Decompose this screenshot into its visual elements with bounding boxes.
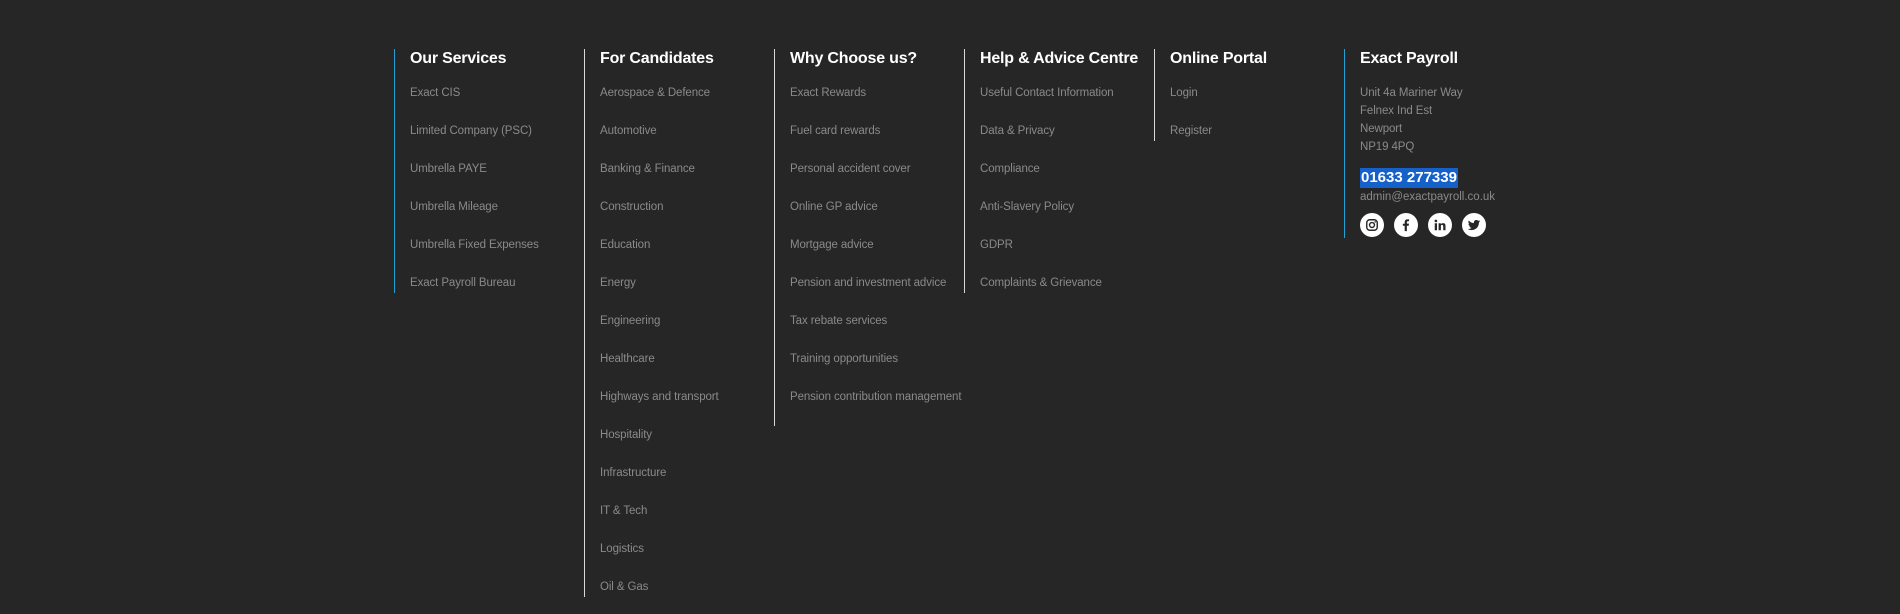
- services-links: Exact CIS Limited Company (PSC) Umbrella…: [410, 84, 583, 292]
- footer-link-pension-contribution-management[interactable]: Pension contribution management: [790, 388, 963, 406]
- footer-link-complaints-grievance[interactable]: Complaints & Grievance: [980, 274, 1153, 292]
- footer-link-automotive[interactable]: Automotive: [600, 122, 773, 140]
- footer-link-login[interactable]: Login: [1170, 84, 1343, 102]
- company-heading: Exact Payroll: [1360, 50, 1458, 67]
- site-footer: Our Services Exact CIS Limited Company (…: [394, 49, 1534, 597]
- address-line: Felnex Ind Est: [1360, 105, 1433, 117]
- footer-link-engineering[interactable]: Engineering: [600, 312, 773, 330]
- company-address: Unit 4a Mariner Way Felnex Ind Est Newpo…: [1360, 84, 1533, 156]
- footer-link-it-tech[interactable]: IT & Tech: [600, 502, 773, 520]
- why-links: Exact Rewards Fuel card rewards Personal…: [790, 84, 963, 406]
- footer-link-online-gp-advice[interactable]: Online GP advice: [790, 198, 963, 216]
- footer-link-pension-investment-advice[interactable]: Pension and investment advice: [790, 274, 963, 292]
- footer-column-why-choose-us: Why Choose us? Exact Rewards Fuel card r…: [774, 49, 963, 426]
- footer-link-anti-slavery-policy[interactable]: Anti-Slavery Policy: [980, 198, 1153, 216]
- candidates-heading: For Candidates: [600, 50, 714, 67]
- footer-column-online-portal: Online Portal Login Register: [1154, 49, 1343, 141]
- footer-link-umbrella-fixed-expenses[interactable]: Umbrella Fixed Expenses: [410, 236, 583, 254]
- services-heading: Our Services: [410, 50, 507, 67]
- footer-column-contact: Exact Payroll Unit 4a Mariner Way Felnex…: [1344, 49, 1533, 238]
- footer-link-gdpr[interactable]: GDPR: [980, 236, 1153, 254]
- footer-link-education[interactable]: Education: [600, 236, 773, 254]
- footer-link-exact-cis[interactable]: Exact CIS: [410, 84, 583, 102]
- footer-link-data-privacy[interactable]: Data & Privacy: [980, 122, 1153, 140]
- help-heading: Help & Advice Centre: [980, 50, 1139, 67]
- footer-link-limited-company[interactable]: Limited Company (PSC): [410, 122, 583, 140]
- footer-link-compliance[interactable]: Compliance: [980, 160, 1153, 178]
- footer-link-construction[interactable]: Construction: [600, 198, 773, 216]
- facebook-icon[interactable]: [1394, 213, 1418, 237]
- help-links: Useful Contact Information Data & Privac…: [980, 84, 1153, 292]
- footer-link-oil-gas[interactable]: Oil & Gas: [600, 578, 773, 596]
- footer-link-energy[interactable]: Energy: [600, 274, 773, 292]
- address-line: Newport: [1360, 123, 1403, 135]
- candidates-links: Aerospace & Defence Automotive Banking &…: [600, 84, 773, 596]
- footer-link-fuel-card-rewards[interactable]: Fuel card rewards: [790, 122, 963, 140]
- footer-link-umbrella-mileage[interactable]: Umbrella Mileage: [410, 198, 583, 216]
- footer-link-aerospace-defence[interactable]: Aerospace & Defence: [600, 84, 773, 102]
- instagram-icon[interactable]: [1360, 213, 1384, 237]
- email-link[interactable]: admin@exactpayroll.co.uk: [1360, 189, 1533, 205]
- footer-link-healthcare[interactable]: Healthcare: [600, 350, 773, 368]
- footer-link-tax-rebate-services[interactable]: Tax rebate services: [790, 312, 963, 330]
- footer-column-help-advice: Help & Advice Centre Useful Contact Info…: [964, 49, 1153, 293]
- footer-link-infrastructure[interactable]: Infrastructure: [600, 464, 773, 482]
- footer-column-services: Our Services Exact CIS Limited Company (…: [394, 49, 583, 293]
- address-line: Unit 4a Mariner Way: [1360, 87, 1463, 99]
- portal-links: Login Register: [1170, 84, 1343, 140]
- footer-link-banking-finance[interactable]: Banking & Finance: [600, 160, 773, 178]
- why-heading: Why Choose us?: [790, 50, 917, 67]
- footer-link-hospitality[interactable]: Hospitality: [600, 426, 773, 444]
- social-links: [1360, 213, 1533, 238]
- footer-link-exact-rewards[interactable]: Exact Rewards: [790, 84, 963, 102]
- footer-link-training-opportunities[interactable]: Training opportunities: [790, 350, 963, 368]
- footer-link-useful-contact-information[interactable]: Useful Contact Information: [980, 84, 1153, 102]
- footer-link-highways-transport[interactable]: Highways and transport: [600, 388, 773, 406]
- footer-link-logistics[interactable]: Logistics: [600, 540, 773, 558]
- footer-link-exact-payroll-bureau[interactable]: Exact Payroll Bureau: [410, 274, 583, 292]
- footer-link-mortgage-advice[interactable]: Mortgage advice: [790, 236, 963, 254]
- footer-link-umbrella-paye[interactable]: Umbrella PAYE: [410, 160, 583, 178]
- phone-number[interactable]: 01633 277339: [1360, 168, 1458, 188]
- twitter-icon[interactable]: [1462, 213, 1486, 237]
- linkedin-icon[interactable]: [1428, 213, 1452, 237]
- address-line: NP19 4PQ: [1360, 141, 1415, 153]
- footer-column-candidates: For Candidates Aerospace & Defence Autom…: [584, 49, 773, 597]
- footer-link-register[interactable]: Register: [1170, 122, 1343, 140]
- portal-heading: Online Portal: [1170, 50, 1267, 67]
- footer-link-personal-accident-cover[interactable]: Personal accident cover: [790, 160, 963, 178]
